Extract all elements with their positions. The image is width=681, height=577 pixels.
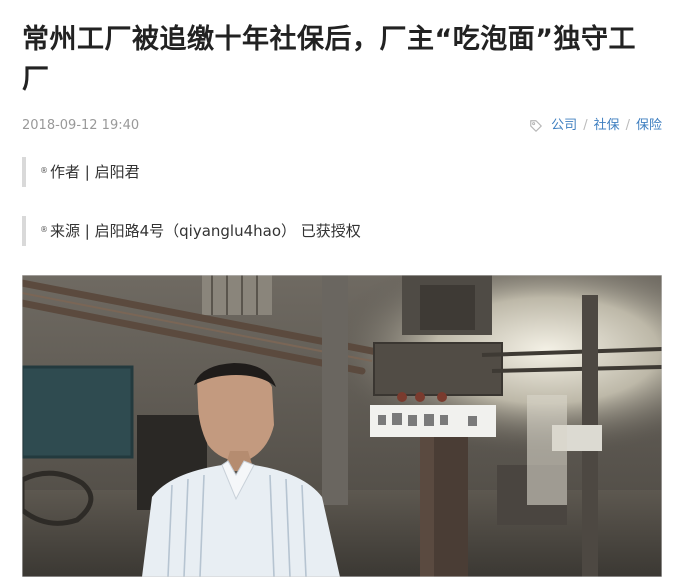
tag-link-insurance[interactable]: 保险 <box>636 116 662 136</box>
source-block: ® 来源 | 启阳路4号（qiyanglu4hao） 已获授权 <box>22 216 662 246</box>
publish-date: 2018-09-12 19:40 <box>22 118 140 133</box>
author-block: ® 作者 | 启阳君 <box>22 157 662 187</box>
article-photo <box>22 275 662 577</box>
tag-separator: / <box>625 118 630 133</box>
source-line: 来源 | 启阳路4号（qiyanglu4hao） 已获授权 <box>50 222 361 240</box>
tag-separator: / <box>583 118 588 133</box>
author-line: 作者 | 启阳君 <box>50 163 140 181</box>
author-mark: ® <box>40 166 48 175</box>
article-meta: 2018-09-12 19:40 公司 / 社保 / 保险 <box>22 116 662 138</box>
tag-link-company[interactable]: 公司 <box>551 116 577 136</box>
tag-link-social-security[interactable]: 社保 <box>594 116 620 136</box>
article-page: 常州工厂被追缴十年社保后，厂主“吃泡面”独守工厂 2018-09-12 19:4… <box>0 0 681 577</box>
source-mark: ® <box>40 225 48 234</box>
article-title: 常州工厂被追缴十年社保后，厂主“吃泡面”独守工厂 <box>22 24 636 95</box>
tag-icon <box>530 120 542 132</box>
tag-list: 公司 / 社保 / 保险 <box>529 116 662 136</box>
